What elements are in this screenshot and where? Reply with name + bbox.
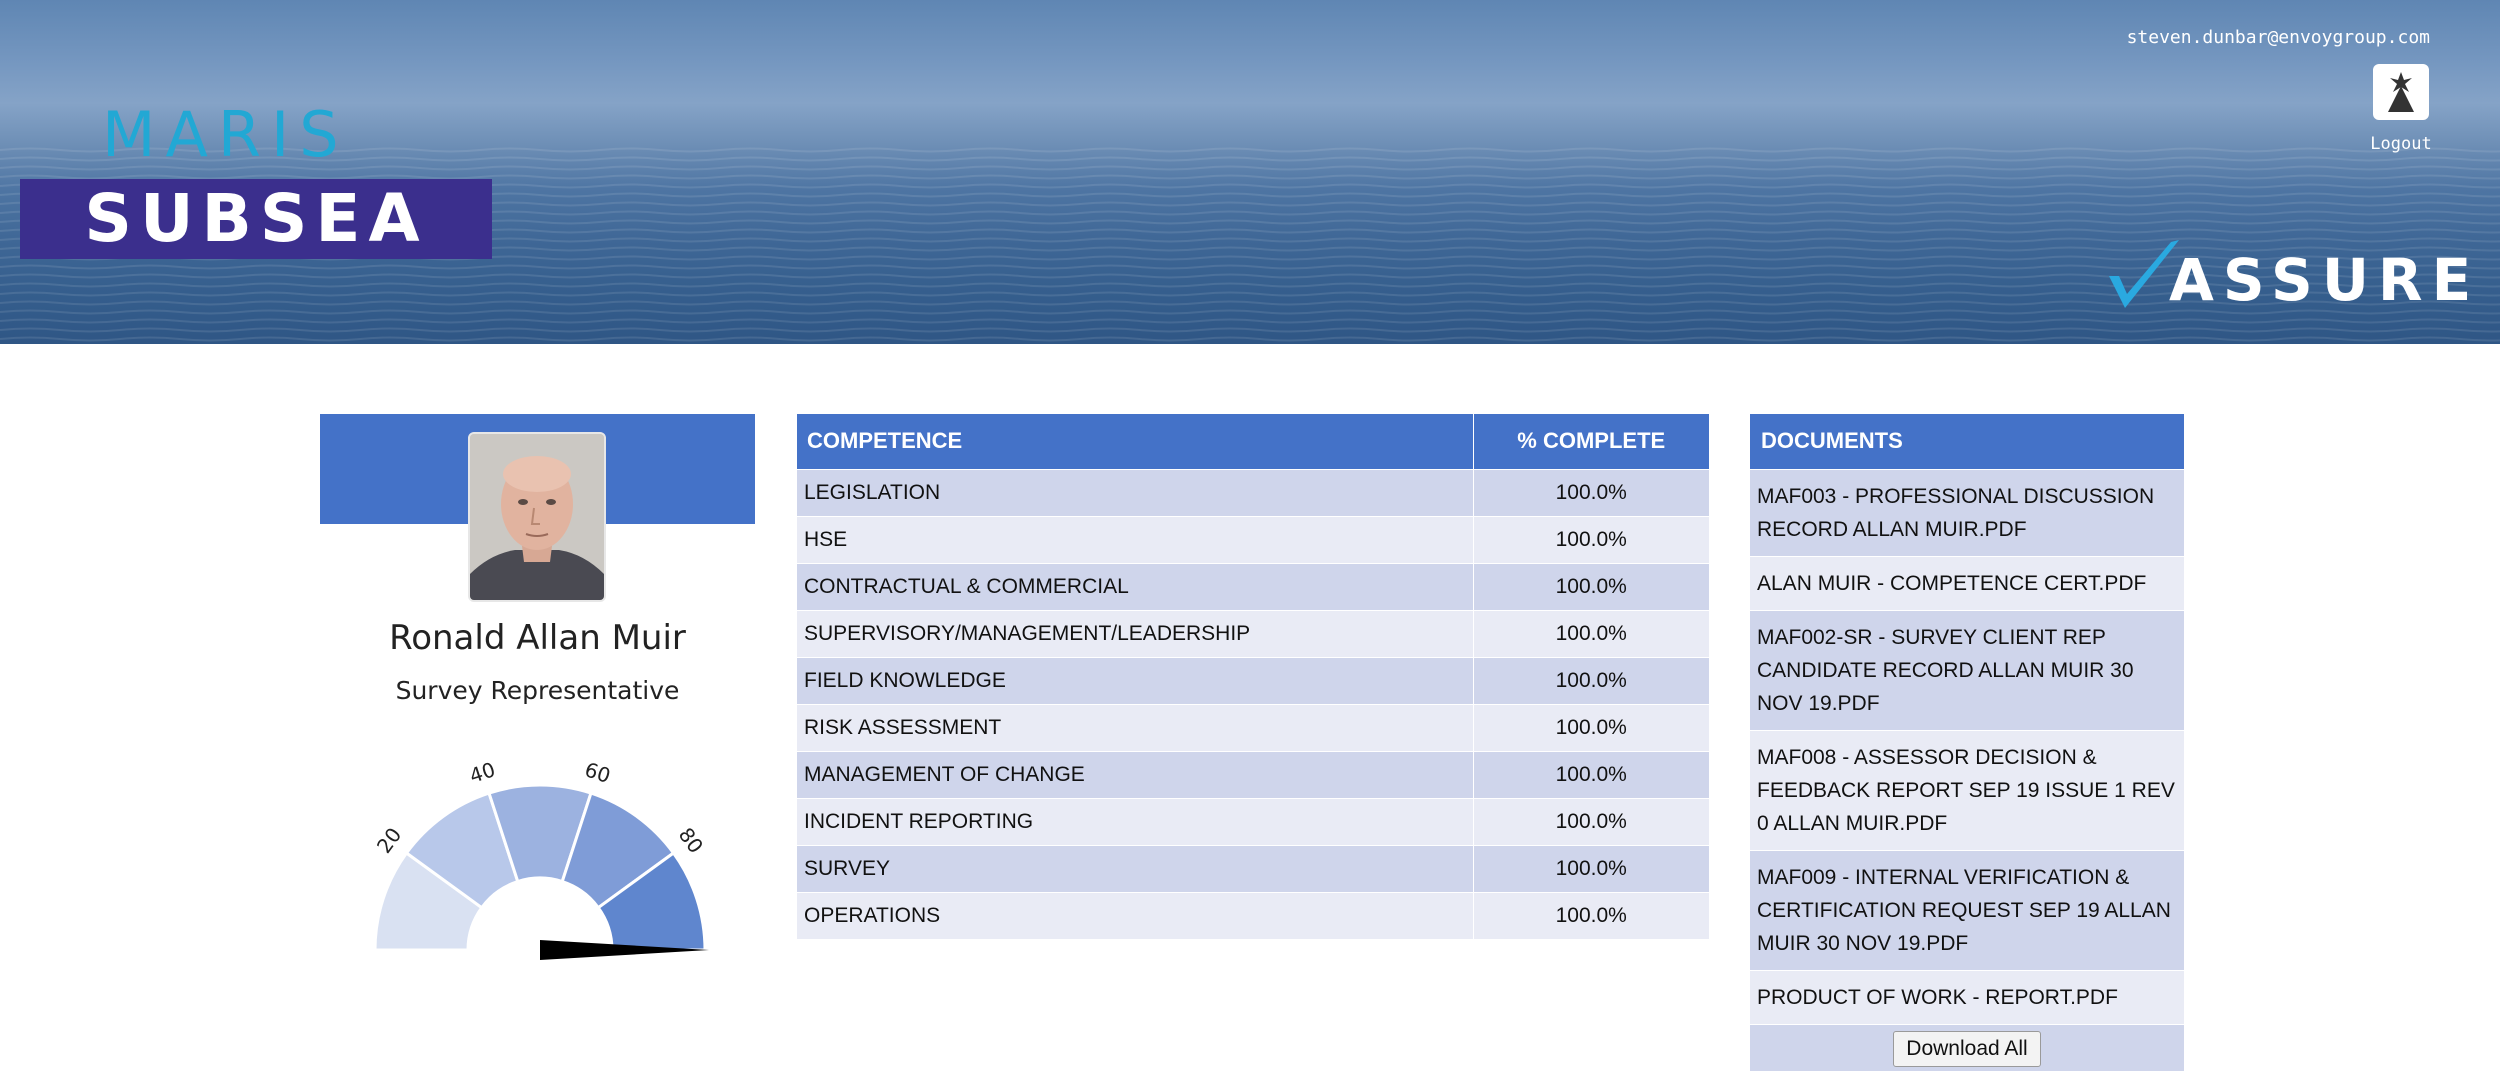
document-link[interactable]: MAF008 - ASSESSOR DECISION & FEEDBACK RE… [1750,729,2184,850]
competence-name: SURVEY [797,844,1473,892]
competence-percent: 100.0% [1472,609,1709,657]
competence-name: LEGISLATION [797,468,1473,516]
avatar [468,432,606,602]
document-link[interactable]: PRODUCT OF WORK - REPORT.PDF [1750,969,2184,1024]
competence-percent: 100.0% [1472,844,1709,892]
download-all-button[interactable]: Download All [1893,1030,2041,1067]
gauge-tick-label: 20 [372,823,406,858]
subsea-logo-text: SUBSEA [84,180,428,257]
header-banner: MARIS SUBSEA steven.dunbar@envoygroup.co… [0,0,2500,344]
document-link[interactable]: MAF009 - INTERNAL VERIFICATION & CERTIFI… [1750,849,2184,970]
percent-complete-column-header[interactable]: % COMPLETE [1472,414,1709,469]
competence-percent: 100.0% [1472,891,1709,939]
competence-name: FIELD KNOWLEDGE [797,656,1473,704]
document-row: MAF008 - ASSESSOR DECISION & FEEDBACK RE… [1750,729,2184,850]
competence-table: COMPETENCE % COMPLETE LEGISLATION 100.0% H… [797,414,1709,939]
download-all-cell: Download All [1750,1023,2184,1071]
competence-column-header[interactable]: COMPETENCE [797,414,1473,469]
document-link[interactable]: MAF003 - PROFESSIONAL DISCUSSION RECORD … [1750,468,2184,556]
competence-row[interactable]: FIELD KNOWLEDGE 100.0% [797,656,1709,704]
competence-percent: 100.0% [1472,750,1709,798]
competence-name: MANAGEMENT OF CHANGE [797,750,1473,798]
documents-column-header: DOCUMENTS [1750,414,2184,469]
logout-link[interactable]: Logout [2343,134,2459,154]
subsea-logo: SUBSEA [20,179,492,259]
competence-name: RISK ASSESSMENT [797,703,1473,751]
competence-row[interactable]: SUPERVISORY/MANAGEMENT/LEADERSHIP 100.0% [797,609,1709,657]
person-photo-icon [470,434,604,600]
document-row: MAF003 - PROFESSIONAL DISCUSSION RECORD … [1750,468,2184,556]
document-row: MAF002-SR - SURVEY CLIENT REP CANDIDATE … [1750,609,2184,730]
competence-percent: 100.0% [1472,797,1709,845]
documents-header-row: DOCUMENTS [1750,414,2184,469]
gauge-tick-label: 40 [467,757,499,788]
profile-name: Ronald Allan Muir [389,618,686,658]
maris-logo-text: MARIS [102,98,349,171]
competence-name: OPERATIONS [797,891,1473,939]
completion-gauge: 20 40 60 80 [372,757,709,960]
documents-table: DOCUMENTS MAF003 - PROFESSIONAL DISCUSSI… [1750,414,2184,1071]
assure-logo: ASSURE [2105,232,2480,312]
competence-header-row: COMPETENCE % COMPLETE [797,414,1709,469]
competence-percent: 100.0% [1472,468,1709,516]
gauge-tick-label: 80 [674,823,708,858]
competence-percent: 100.0% [1472,703,1709,751]
document-link[interactable]: MAF002-SR - SURVEY CLIENT REP CANDIDATE … [1750,609,2184,730]
competence-percent: 100.0% [1472,656,1709,704]
competence-row[interactable]: INCIDENT REPORTING 100.0% [797,797,1709,845]
competence-row[interactable]: LEGISLATION 100.0% [797,468,1709,516]
competence-name: CONTRACTUAL & COMMERCIAL [797,562,1473,610]
competence-name: INCIDENT REPORTING [797,797,1473,845]
ermine-logout-icon [2388,72,2414,112]
competence-name: SUPERVISORY/MANAGEMENT/LEADERSHIP [797,609,1473,657]
user-email: steven.dunbar@envoygroup.com [2126,27,2430,48]
gauge-tick-label: 60 [582,757,614,788]
document-link[interactable]: ALAN MUIR - COMPETENCE CERT.PDF [1750,555,2184,610]
competence-percent: 100.0% [1472,515,1709,563]
competence-row[interactable]: MANAGEMENT OF CHANGE 100.0% [797,750,1709,798]
document-row: MAF009 - INTERNAL VERIFICATION & CERTIFI… [1750,849,2184,970]
assure-logo-text: ASSURE [2169,246,2481,314]
document-row: ALAN MUIR - COMPETENCE CERT.PDF [1750,555,2184,610]
competence-row[interactable]: SURVEY 100.0% [797,844,1709,892]
competence-row[interactable]: OPERATIONS 100.0% [797,891,1709,939]
logout-button[interactable] [2373,64,2429,120]
competence-name: HSE [797,515,1473,563]
competence-percent: 100.0% [1472,562,1709,610]
competence-row[interactable]: RISK ASSESSMENT 100.0% [797,703,1709,751]
competence-row[interactable]: CONTRACTUAL & COMMERCIAL 100.0% [797,562,1709,610]
competence-row[interactable]: HSE 100.0% [797,515,1709,563]
profile-role: Survey Representative [395,676,680,705]
document-row: PRODUCT OF WORK - REPORT.PDF [1750,969,2184,1024]
